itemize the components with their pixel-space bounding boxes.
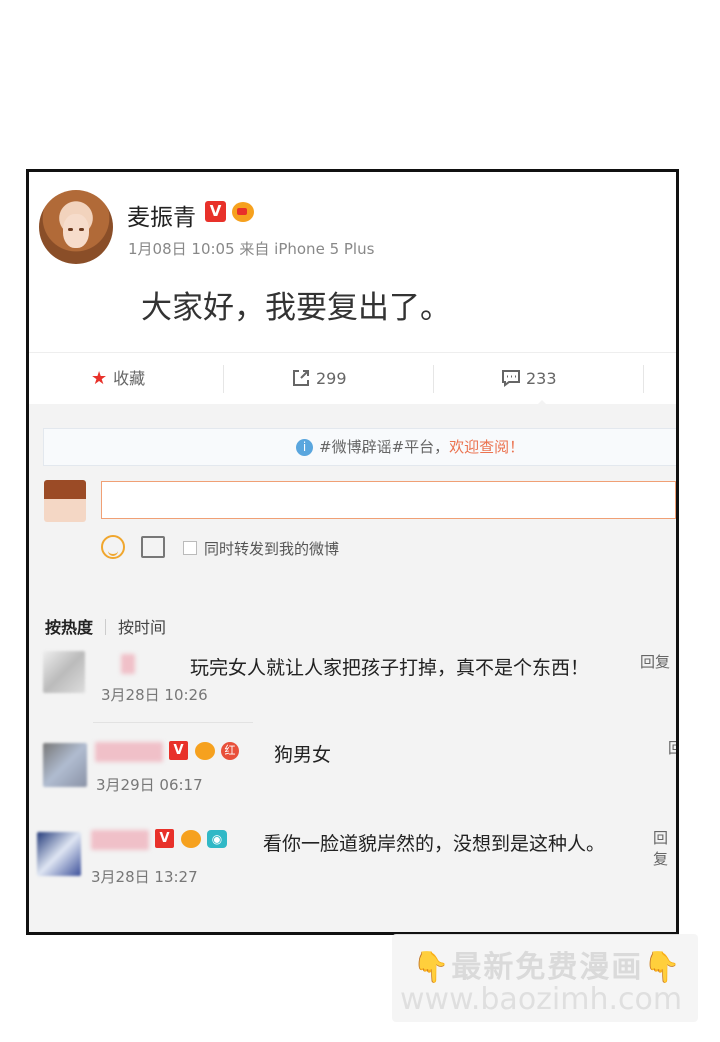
camera-icon: ◉: [207, 830, 227, 848]
avatar-face: [63, 214, 89, 248]
weibo-post-frame: 麦振青 V 1月08日 10:05 来自 iPhone 5 Plus 大家好，我…: [26, 169, 679, 935]
commenter-name[interactable]: [95, 742, 163, 762]
sort-hot-tab[interactable]: 按热度: [45, 618, 93, 637]
comment-panel: i #微博辟谣#平台，欢迎查阅！ 同时转发到我的微博 按热度 按时间 玩完女人就让人…: [29, 404, 676, 932]
avatar-eye: [79, 228, 84, 231]
favorite-button[interactable]: ★ 收藏: [91, 353, 145, 405]
post-meta: 1月08日 10:05 来自 iPhone 5 Plus: [128, 240, 375, 258]
sort-time-tab[interactable]: 按时间: [118, 618, 166, 637]
verified-icon: V: [169, 741, 188, 760]
comment-time: 3月29日 06:17: [96, 776, 203, 794]
crown-icon: [232, 202, 254, 222]
share-icon: [293, 370, 309, 386]
sort-divider: [105, 619, 107, 635]
my-avatar: [44, 480, 86, 522]
site-watermark: 👇最新免费漫画👇 www.baozimh.com: [392, 934, 698, 1022]
notice-text: #微博辟谣#平台，: [319, 438, 450, 456]
post-text: 大家好，我要复出了。: [141, 290, 451, 326]
image-icon[interactable]: [141, 536, 165, 558]
commenter-avatar[interactable]: [37, 832, 81, 876]
verified-icon: V: [155, 829, 174, 848]
divider: [643, 365, 644, 393]
watermark-url: www.baozimh.com: [400, 982, 683, 1017]
comment-input[interactable]: [101, 481, 676, 519]
reply-button[interactable]: 回复: [640, 651, 670, 672]
reply-button[interactable]: 回: [668, 737, 676, 758]
repost-button[interactable]: 299: [291, 353, 347, 405]
emoji-icon[interactable]: [101, 535, 125, 559]
commenter-avatar[interactable]: [43, 743, 87, 787]
comment-item: V ◉ 看你一脸道貌岸然的，没想到是这种人。 3月28日 13:27 回复: [29, 824, 676, 910]
separator: [93, 722, 253, 723]
comment-count: 233: [526, 369, 557, 388]
info-icon: i: [296, 439, 313, 456]
divider: [223, 365, 224, 393]
repost-count: 299: [316, 369, 347, 388]
crown-icon: [195, 742, 215, 760]
comment-button[interactable]: 233: [501, 353, 557, 405]
comment-text: 看你一脸道貌岸然的，没想到是这种人。: [263, 833, 606, 855]
comment-time: 3月28日 10:26: [101, 686, 208, 704]
comment-text: 玩完女人就让人家把孩子打掉，真不是个东西！: [190, 657, 590, 679]
comment-item: V 红 狗男女 3月29日 06:17 回: [29, 734, 676, 820]
sync-label: 同时转发到我的微博: [204, 540, 340, 558]
author-name[interactable]: 麦振青: [127, 198, 196, 232]
action-bar: ★ 收藏 299 233: [29, 352, 676, 408]
comment-text: 狗男女: [274, 744, 332, 766]
commenter-name[interactable]: [121, 654, 135, 674]
star-icon: ★: [91, 368, 108, 389]
reply-button[interactable]: 回复: [653, 827, 676, 869]
notice-link[interactable]: 欢迎查阅！: [449, 438, 524, 456]
comment-icon: [502, 370, 520, 387]
favorite-label: 收藏: [113, 369, 146, 388]
author-avatar[interactable]: [39, 190, 113, 264]
crown-icon: [181, 830, 201, 848]
rumor-notice[interactable]: i #微博辟谣#平台，欢迎查阅！: [43, 428, 676, 466]
comment-time: 3月28日 13:27: [91, 868, 198, 886]
commenter-name[interactable]: [91, 830, 149, 850]
red-badge-icon: 红: [221, 742, 239, 760]
watermark-title: 👇最新免费漫画👇: [412, 950, 683, 985]
sort-bar: 按热度 按时间: [45, 614, 166, 638]
verified-icon: V: [205, 201, 226, 222]
commenter-avatar[interactable]: [43, 651, 85, 693]
comment-item: 玩完女人就让人家把孩子打掉，真不是个东西！ 3月28日 10:26 回复: [29, 648, 676, 734]
avatar-eye: [68, 228, 73, 231]
divider: [433, 365, 434, 393]
sync-checkbox[interactable]: [183, 541, 197, 555]
